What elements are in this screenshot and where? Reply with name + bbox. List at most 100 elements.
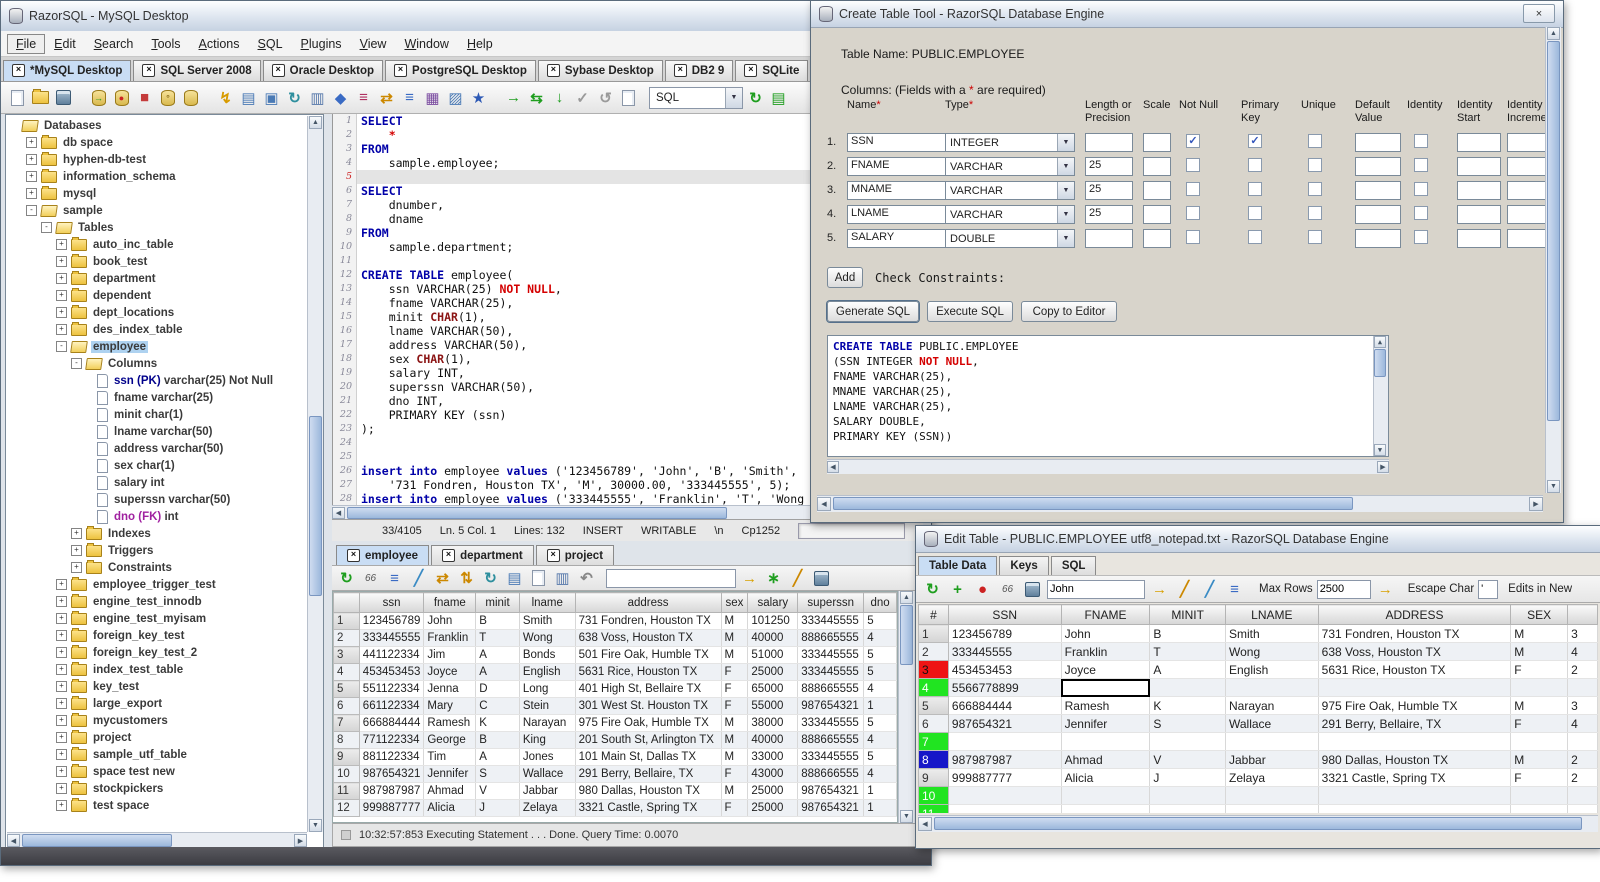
unique-checkbox[interactable]	[1308, 182, 1322, 196]
expand-icon[interactable]: +	[56, 324, 67, 335]
cell[interactable]: 2	[1567, 660, 1598, 679]
cell[interactable]: 661122334	[359, 697, 425, 715]
identity-start-field[interactable]	[1457, 229, 1501, 248]
cell[interactable]: 401 High St, Bellaire TX	[575, 680, 722, 698]
table-row[interactable]: 1 123456789 John B Smith 731 Fondren, Houston…	[918, 624, 1598, 643]
cell[interactable]: C	[475, 697, 520, 715]
cell[interactable]: English	[1225, 660, 1319, 679]
default-value-field[interactable]	[1355, 181, 1401, 200]
close-tab-icon[interactable]: ×	[546, 64, 560, 77]
cell[interactable]: M	[1510, 750, 1569, 769]
tree-item-minit-char-1-[interactable]: minit char(1)	[7, 406, 307, 423]
cell[interactable]: John	[423, 612, 477, 630]
tree-item-des-index-table[interactable]: + des_index_table	[7, 321, 307, 338]
cell[interactable]: F	[721, 799, 749, 817]
column-name-field[interactable]: FNAME	[847, 157, 947, 176]
cell[interactable]: 888665555	[797, 680, 865, 698]
identity-start-field[interactable]	[1457, 205, 1501, 224]
cell[interactable]: 453453453	[948, 660, 1062, 679]
primary-key-checkbox[interactable]: ✓	[1248, 134, 1262, 148]
sql-vertical-scrollbar[interactable]: ▲ ▼	[1373, 336, 1388, 456]
results-grid[interactable]: ssn fname minit lname address sex salary supers…	[332, 591, 898, 823]
tree-item-address-varchar-50-[interactable]: address varchar(50)	[7, 440, 307, 457]
cell[interactable]: 501 Fire Oak, Humble TX	[575, 646, 722, 664]
expand-icon[interactable]: +	[26, 171, 37, 182]
cell[interactable]: King	[519, 731, 576, 749]
cell[interactable]: M	[1510, 624, 1569, 643]
cell[interactable]: 43000	[747, 765, 799, 783]
cell[interactable]: S	[475, 765, 520, 783]
transpose-icon[interactable]: ↶	[576, 568, 597, 589]
cell[interactable]: 333445555	[797, 663, 865, 681]
cell[interactable]	[1225, 678, 1319, 697]
table-row[interactable]: 3 453453453 Joyce A English 5631 Rice, Housto…	[918, 660, 1598, 679]
scale-field[interactable]	[1143, 205, 1171, 224]
cell[interactable]: Wong	[519, 629, 576, 647]
tree-item-db-space[interactable]: + db space	[7, 134, 307, 151]
expand-icon[interactable]: +	[56, 596, 67, 607]
menu-plugins[interactable]: Plugins	[292, 34, 351, 54]
apply-maxrows-icon[interactable]: →	[1375, 579, 1396, 600]
cell[interactable]: B	[475, 612, 520, 630]
collapse-icon[interactable]: -	[56, 341, 67, 352]
view-row-icon[interactable]: 66	[360, 568, 381, 589]
view-row-icon[interactable]: 66	[997, 579, 1018, 600]
cell[interactable]	[1318, 804, 1512, 813]
chevron-down-icon[interactable]: ▼	[1057, 158, 1074, 175]
favorites-icon[interactable]: ★	[468, 87, 489, 108]
cell[interactable]: M	[721, 782, 749, 800]
export-icon[interactable]: ≡	[399, 87, 420, 108]
expand-icon[interactable]: +	[56, 783, 67, 794]
cell[interactable]: 1	[863, 799, 897, 817]
scroll-up-icon[interactable]: ▲	[309, 116, 322, 129]
chevron-down-icon[interactable]: ▼	[1057, 182, 1074, 199]
connection-tab--mysql-desktop[interactable]: × *MySQL Desktop	[3, 60, 132, 81]
expand-icon[interactable]: +	[56, 664, 67, 675]
cell[interactable]: J	[475, 799, 520, 817]
cell[interactable]: F	[1510, 660, 1569, 679]
search-page-icon[interactable]: ▣	[261, 87, 282, 108]
primary-key-checkbox[interactable]	[1248, 230, 1262, 244]
expand-icon[interactable]: +	[56, 256, 67, 267]
identity-checkbox[interactable]	[1414, 206, 1428, 220]
menu-file[interactable]: File	[7, 33, 46, 54]
primary-key-checkbox[interactable]	[1248, 206, 1262, 220]
close-tab-icon[interactable]: ×	[347, 549, 360, 562]
cell[interactable]: 38000	[747, 714, 799, 732]
cell[interactable]: V	[1149, 750, 1226, 769]
cell[interactable]: V	[475, 782, 520, 800]
column-header-ADDRESS[interactable]: ADDRESS	[1317, 604, 1512, 625]
new-window-icon[interactable]	[528, 568, 549, 589]
cell[interactable]: English	[519, 663, 576, 681]
cell[interactable]: 666884444	[948, 696, 1062, 715]
column-header-#[interactable]: #	[918, 604, 949, 625]
cell[interactable]: Tim	[423, 748, 477, 766]
tree-item-hyphen-db-test[interactable]: + hyphen-db-test	[7, 151, 307, 168]
table-row[interactable]: 9 881122334 Tim A Jones 101 Main St, Dallas T…	[333, 748, 897, 766]
cell[interactable]: S	[1149, 714, 1226, 733]
cell[interactable]: 5	[863, 646, 897, 664]
table-row[interactable]: 10 987654321 Jennifer S Wallace 291 Berry, Be…	[333, 765, 897, 783]
cell[interactable]: Jabbar	[1225, 750, 1319, 769]
expand-icon[interactable]: +	[56, 239, 67, 250]
expand-icon[interactable]: +	[56, 715, 67, 726]
filter-icon[interactable]: ≡	[1224, 579, 1245, 600]
cell[interactable]: 888665555	[797, 731, 865, 749]
menu-sql[interactable]: SQL	[249, 34, 292, 54]
cell[interactable]	[1149, 804, 1226, 813]
cell[interactable]: George	[423, 731, 477, 749]
column-type-dropdown[interactable]: VARCHAR ▼	[945, 157, 1075, 176]
edit-results-icon[interactable]: ╱	[787, 568, 808, 589]
edit-cell-icon[interactable]: ╱	[1199, 579, 1220, 600]
cell[interactable]: 441122334	[359, 646, 425, 664]
cell[interactable]: M	[721, 714, 749, 732]
expand-icon[interactable]: +	[56, 732, 67, 743]
close-tab-icon[interactable]: ×	[12, 64, 25, 77]
cell[interactable]	[1567, 804, 1598, 813]
close-connection-icon[interactable]: ■	[134, 87, 155, 108]
identity-start-field[interactable]	[1457, 133, 1501, 152]
cell[interactable]: Jenna	[423, 680, 477, 698]
cell[interactable]	[948, 786, 1062, 805]
cell[interactable]	[1567, 786, 1598, 805]
cell[interactable]: F	[1510, 768, 1569, 787]
